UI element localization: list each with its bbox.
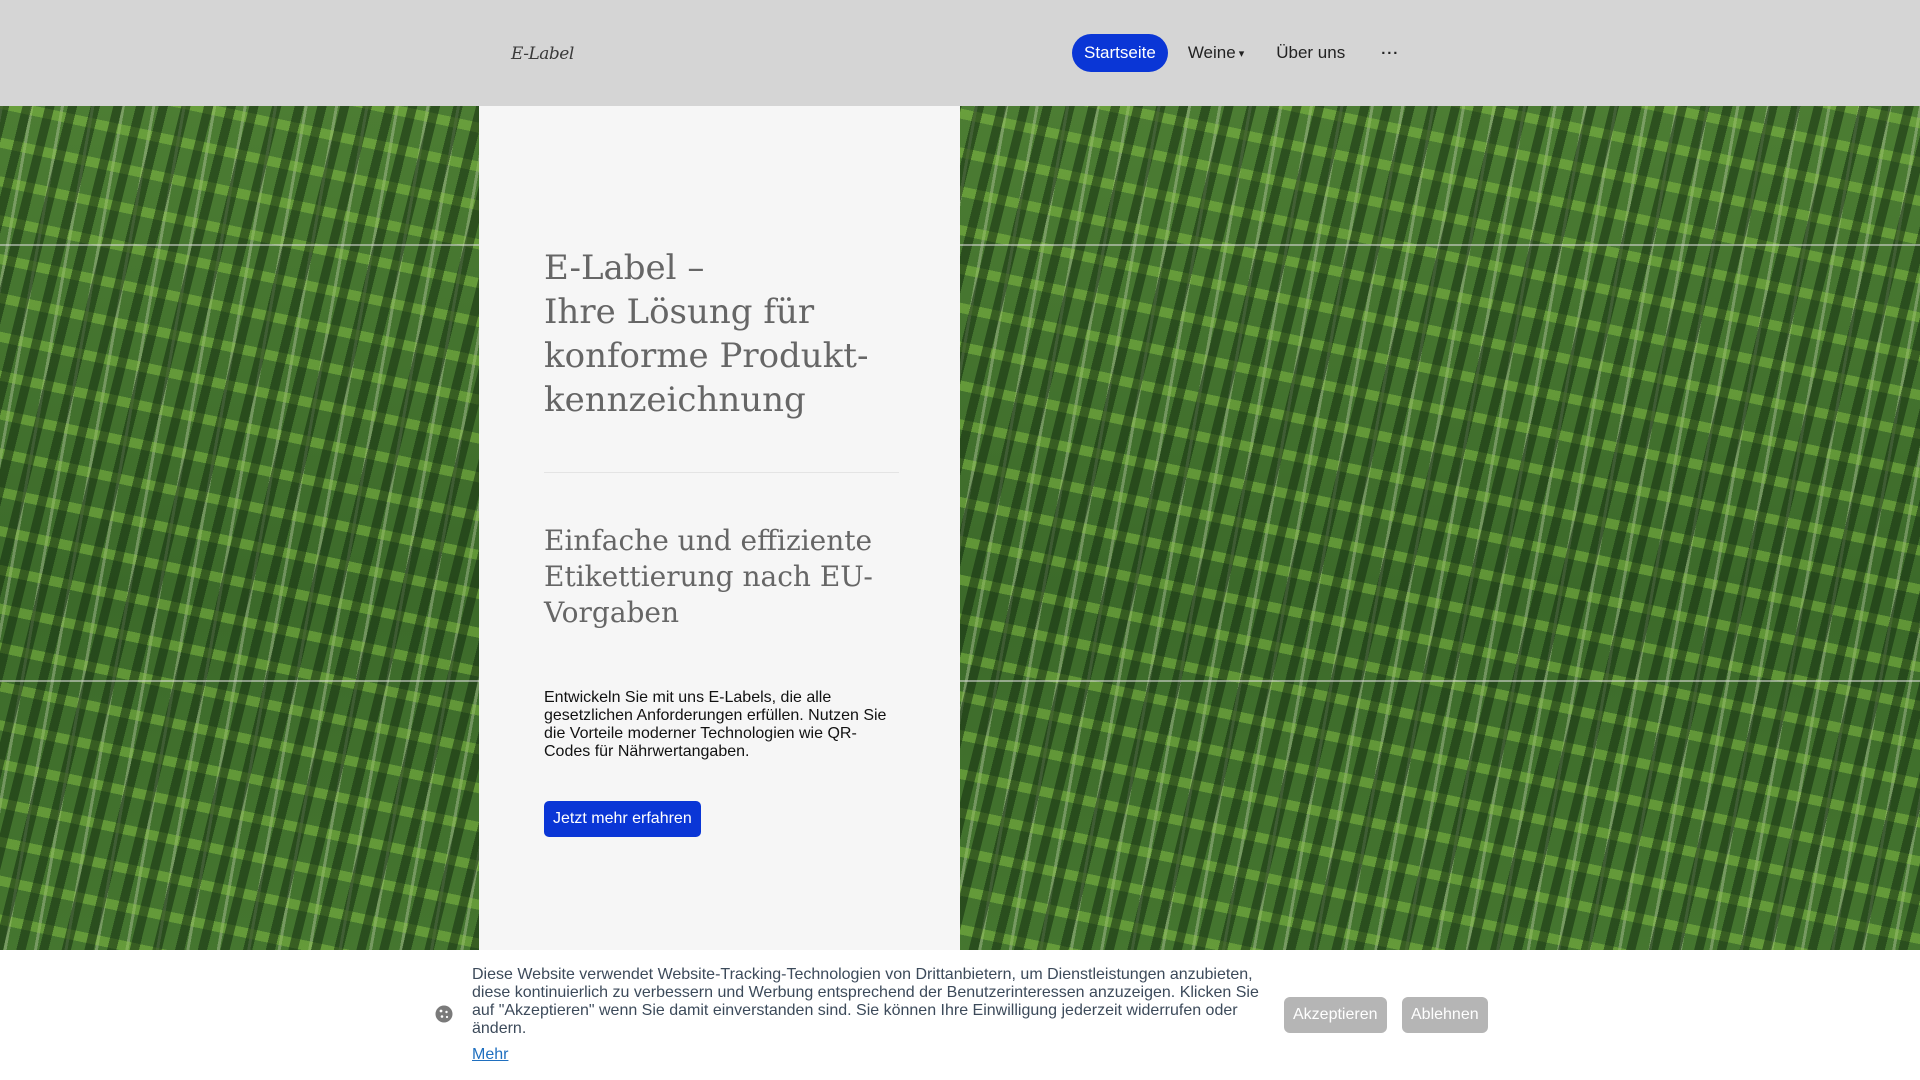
- nav-label: Über uns: [1276, 43, 1346, 62]
- hero-title-line: E-Label –: [544, 248, 705, 288]
- nav-label: Weine: [1187, 43, 1236, 62]
- hero-title-line: kennzeichnung: [544, 380, 806, 420]
- cookie-consent-text: Diese Website verwendet Website-Tracking…: [472, 966, 1259, 1037]
- cookie-more-link[interactable]: Mehr: [472, 1046, 508, 1064]
- hero-title-line: Ihre Lösung für: [544, 292, 815, 332]
- nav-item-ueber-uns[interactable]: Über uns: [1264, 34, 1357, 72]
- hero-body-text: Entwickeln Sie mit uns E-Labels, die all…: [544, 689, 887, 760]
- trellis-wire: [0, 244, 1920, 246]
- cookie-decline-button[interactable]: Ablehnen: [1402, 997, 1488, 1033]
- site-header: E-Label Startseite Weine ▾ Über uns ···: [0, 0, 1920, 106]
- hero-subtitle: Einfache und effiziente Etikettierung na…: [544, 523, 899, 631]
- nav-more-button[interactable]: ···: [1369, 34, 1411, 72]
- nav-label: Startseite: [1084, 43, 1156, 62]
- cookie-icon: [435, 1005, 453, 1023]
- caret-down-icon: ▾: [1238, 47, 1245, 60]
- learn-more-button[interactable]: Jetzt mehr erfahren: [544, 801, 701, 837]
- hero-title: E-Label – Ihre Lösung für konforme Produ…: [544, 246, 899, 422]
- nav-item-weine[interactable]: Weine ▾: [1176, 34, 1256, 72]
- hero-subtitle-line: Vorgaben: [544, 596, 680, 629]
- main-navigation: Startseite Weine ▾ Über uns ···: [1072, 34, 1411, 72]
- hero-subtitle-line: Etikettierung nach EU-: [544, 560, 873, 593]
- site-logo[interactable]: E-Label: [511, 44, 574, 64]
- more-icon: ···: [1381, 44, 1400, 62]
- hero-background-image: [0, 106, 1920, 1080]
- cookie-accept-button[interactable]: Akzeptieren: [1284, 997, 1387, 1033]
- hero-content-panel: E-Label – Ihre Lösung für konforme Produ…: [479, 106, 960, 1080]
- hero-title-line: konforme Produkt-: [544, 336, 869, 376]
- trellis-wire: [0, 680, 1920, 682]
- nav-item-startseite[interactable]: Startseite: [1072, 34, 1168, 72]
- hero-subtitle-line: Einfache und effiziente: [544, 524, 873, 557]
- divider: [544, 472, 899, 473]
